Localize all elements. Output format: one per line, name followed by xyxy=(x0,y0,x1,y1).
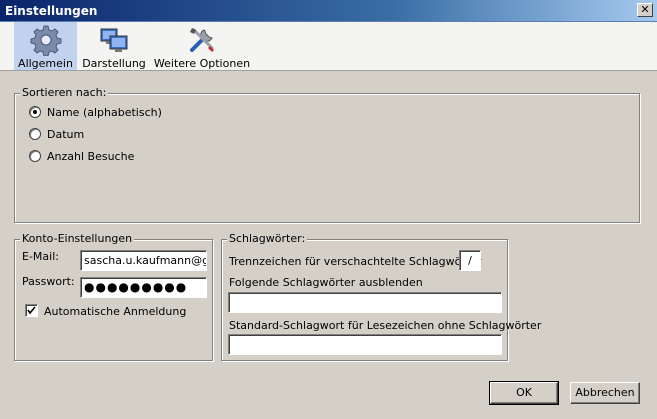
auto-login-checkbox[interactable] xyxy=(25,304,38,317)
account-legend: Konto-Einstellungen xyxy=(20,232,135,245)
check-icon xyxy=(27,306,36,315)
hide-tags-label: Folgende Schlagwörter ausblenden xyxy=(229,276,423,289)
default-tag-label: Standard-Schlagwort für Lesezeichen ohne… xyxy=(229,319,542,332)
password-field[interactable]: ●●●●●●●●● xyxy=(80,277,207,298)
hide-tags-field[interactable] xyxy=(228,292,502,313)
radio-label: Datum xyxy=(47,128,85,141)
tab-darstellung[interactable]: Darstellung xyxy=(80,22,148,70)
toolbar: Allgemein Darstellung Weitere Optionen xyxy=(0,22,657,71)
tab-label: Darstellung xyxy=(82,57,146,70)
radio-label: Anzahl Besuche xyxy=(47,150,135,163)
separator-label: Trennzeichen für verschachtelte Schlagwö… xyxy=(229,255,482,268)
ok-button[interactable]: OK xyxy=(489,381,559,405)
tags-group: Schlagwörter: Trennzeichen für verschach… xyxy=(221,232,541,361)
sort-group: Sortieren nach: Name (alphabetisch) Datu… xyxy=(14,86,640,223)
title-bar: Einstellungen ✕ xyxy=(0,0,657,22)
default-tag-field[interactable] xyxy=(228,334,502,355)
window-title: Einstellungen xyxy=(5,4,98,18)
password-label: Passwort: xyxy=(22,275,75,288)
account-group: Konto-Einstellungen E-Mail: sascha.u.kau… xyxy=(14,232,213,361)
tags-legend: Schlagwörter: xyxy=(227,232,308,245)
radio-button[interactable] xyxy=(29,106,41,118)
monitors-icon xyxy=(100,28,128,52)
radio-label: Name (alphabetisch) xyxy=(47,106,162,119)
radio-button[interactable] xyxy=(29,150,41,162)
email-field[interactable]: sascha.u.kaufmann@go xyxy=(80,250,207,271)
tools-icon xyxy=(190,28,214,52)
separator-field[interactable]: / xyxy=(459,250,481,271)
email-label: E-Mail: xyxy=(22,250,59,263)
radio-button[interactable] xyxy=(29,128,41,140)
tab-weitere-optionen[interactable]: Weitere Optionen xyxy=(153,22,251,70)
auto-login-label: Automatische Anmeldung xyxy=(44,305,187,318)
close-icon: ✕ xyxy=(640,3,650,16)
sort-legend: Sortieren nach: xyxy=(20,86,109,99)
tab-label: Allgemein xyxy=(18,57,73,70)
gear-icon xyxy=(30,25,61,56)
cancel-button[interactable]: Abbrechen xyxy=(570,382,640,404)
tab-label: Weitere Optionen xyxy=(153,57,251,70)
close-button[interactable]: ✕ xyxy=(637,3,653,17)
tab-allgemein[interactable]: Allgemein xyxy=(14,22,77,70)
